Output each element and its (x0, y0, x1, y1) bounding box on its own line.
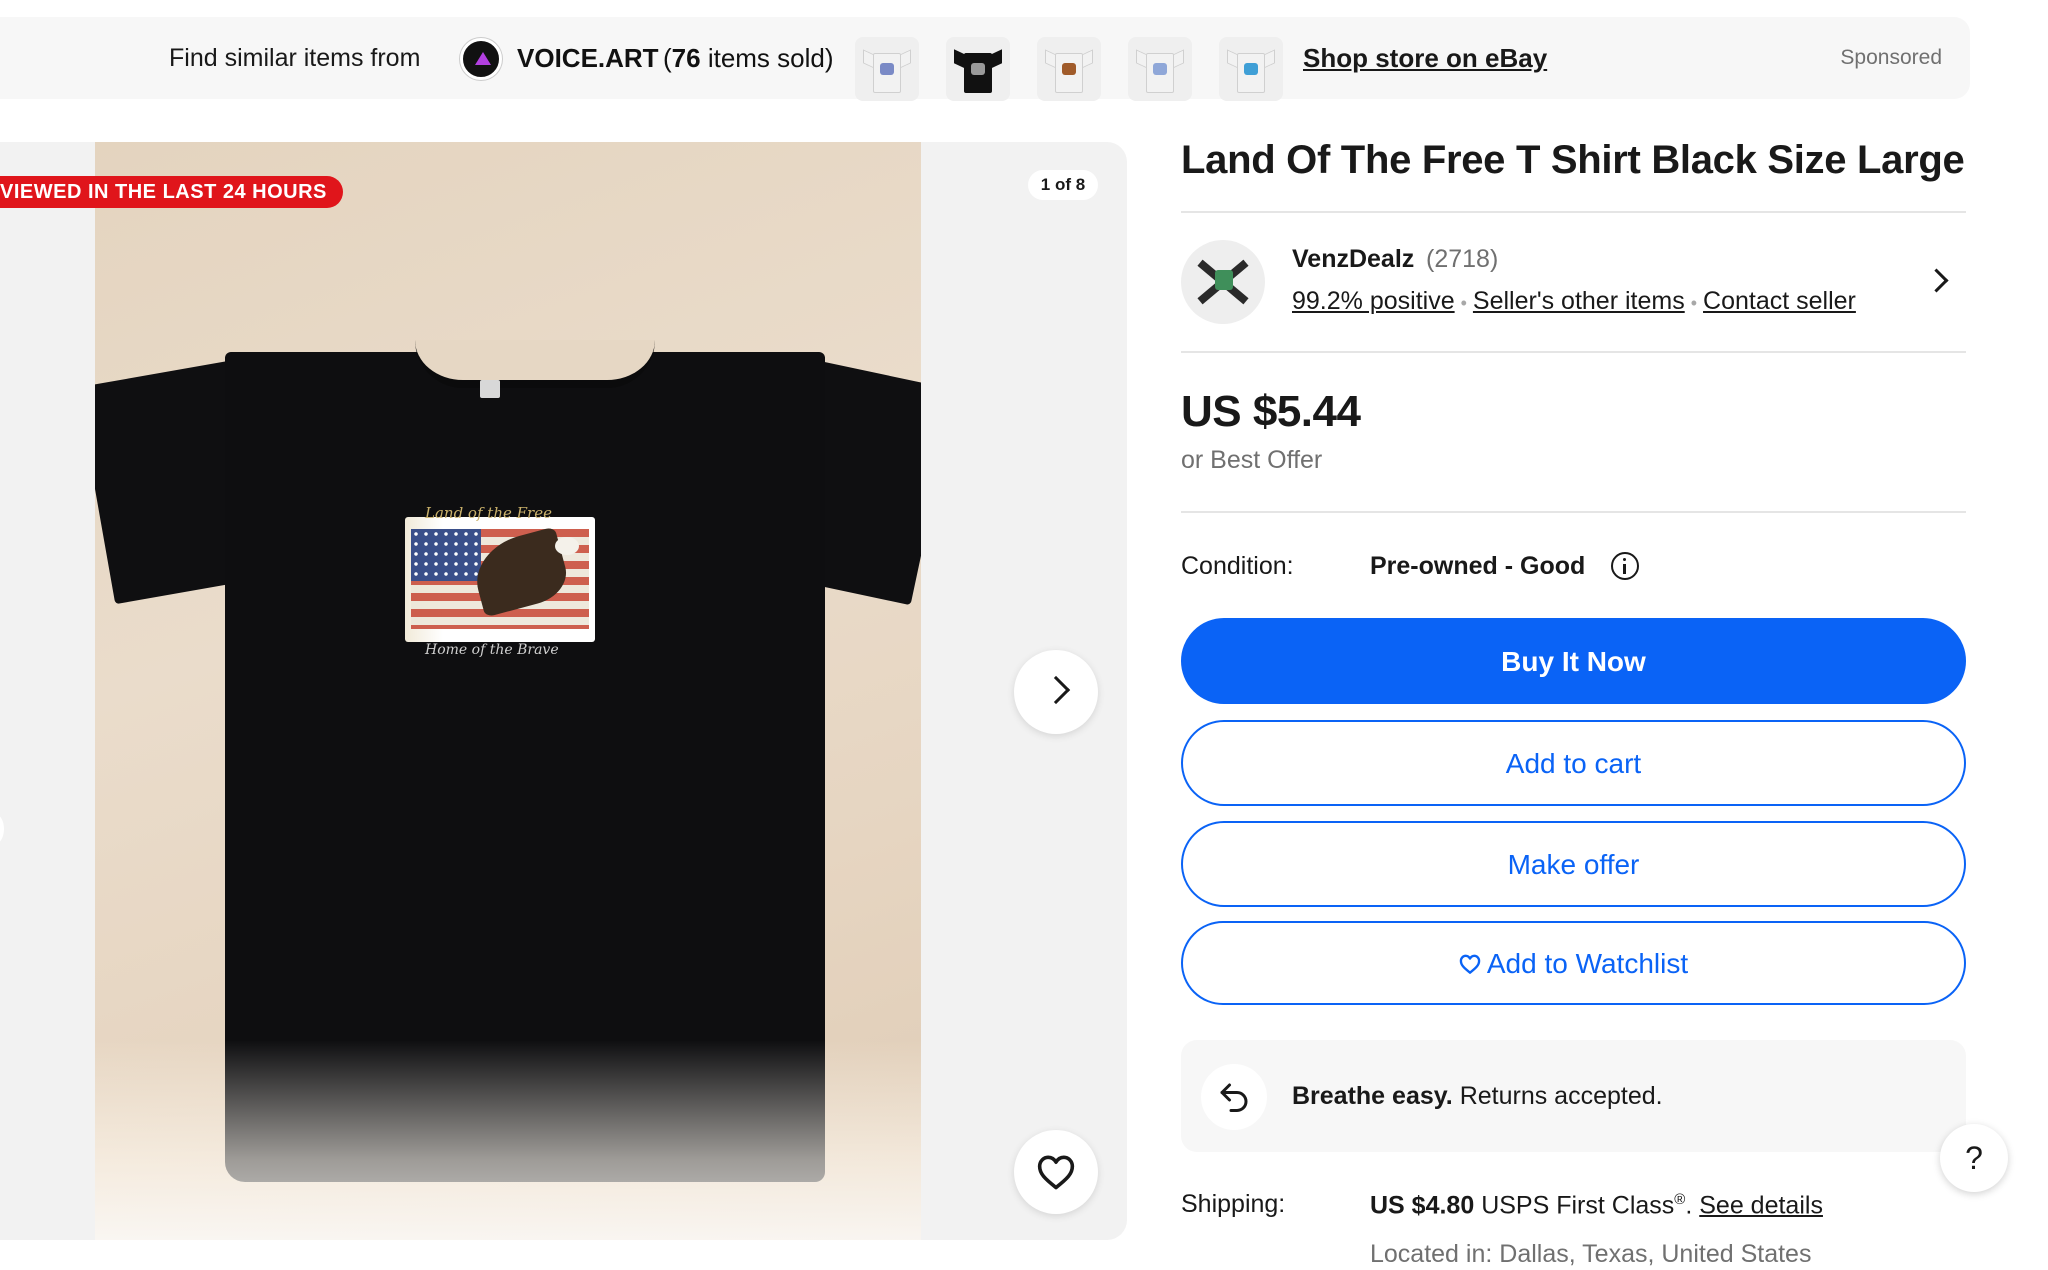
flag-union (411, 529, 481, 581)
image-gallery: Land of the Free Home of the Brave VIEWE… (0, 142, 1127, 1240)
viewed-badge: VIEWED IN THE LAST 24 HOURS (0, 176, 343, 208)
graphic-top-text: Land of the Free (425, 504, 552, 522)
graphic-bottom-text: Home of the Brave (425, 642, 559, 658)
see-details-link[interactable]: See details (1699, 1191, 1823, 1219)
separator-dot: • (1690, 293, 1698, 313)
condition-value: Pre-owned - Good (1370, 552, 1586, 580)
shirt-tag (480, 380, 500, 398)
store-items-sold: (76 items sold) (663, 43, 834, 73)
seller-other-items-link[interactable]: Seller's other items (1473, 287, 1685, 315)
seller-name[interactable]: VenzDealz (1292, 245, 1414, 274)
separator-dot: • (1460, 293, 1467, 313)
shipping-label: Shipping: (1181, 1190, 1286, 1218)
seller-avatar[interactable] (1181, 240, 1265, 324)
sponsored-store-banner: Find similar items from VOICE.ART (76 it… (0, 17, 1970, 101)
divider (1181, 511, 1966, 513)
returns-banner: Breathe easy. Returns accepted. (1181, 1040, 1966, 1152)
store-logo-icon[interactable] (460, 38, 502, 80)
item-location: Located in: Dallas, Texas, United States (1370, 1240, 1812, 1268)
seller-links: 99.2% positive • Seller's other items • Cont… (1292, 287, 1856, 316)
chevron-right-icon[interactable] (1924, 268, 1949, 293)
item-title: Land Of The Free T Shirt Black Size Larg… (1181, 138, 1965, 182)
shirt-graphic (405, 517, 595, 642)
similar-item-thumbnail[interactable] (855, 37, 919, 101)
next-image-button[interactable] (1014, 650, 1098, 734)
eagle-head (555, 537, 579, 555)
gallery-watch-button[interactable] (1014, 1130, 1098, 1214)
tshirt-icon (863, 47, 911, 93)
tshirt-icon (1045, 47, 1093, 93)
heart-icon (1459, 954, 1481, 974)
similar-item-thumbnail[interactable] (1128, 37, 1192, 101)
add-to-watchlist-button[interactable]: Add to Watchlist (1181, 921, 1966, 1005)
contact-seller-link[interactable]: Contact seller (1703, 287, 1856, 315)
similar-item-thumbnail[interactable] (946, 37, 1010, 101)
similar-item-thumbnail[interactable] (1037, 37, 1101, 101)
buy-it-now-button[interactable]: Buy It Now (1181, 618, 1966, 704)
sponsored-label: Sponsored (1840, 46, 1942, 69)
heart-icon (1037, 1155, 1075, 1190)
store-name[interactable]: VOICE.ART (517, 17, 659, 99)
returns-text: Breathe easy. Returns accepted. (1292, 1082, 1663, 1110)
seller-feedback-count: (2718) (1426, 245, 1499, 273)
shipping-value: US $4.80 USPS First Class®. See details (1370, 1191, 1823, 1220)
return-arrow-icon (1201, 1064, 1267, 1130)
chevron-right-icon (1041, 675, 1071, 705)
photo-fold (95, 1040, 921, 1240)
condition-label: Condition: (1181, 552, 1294, 580)
item-price: US $5.44 (1181, 387, 1361, 436)
prev-image-button[interactable] (0, 814, 4, 844)
watchlist-label: Add to Watchlist (1486, 948, 1689, 979)
image-counter: 1 of 8 (1028, 170, 1098, 200)
tshirt-icon (954, 47, 1002, 93)
divider (1181, 351, 1966, 353)
banner-prefix: Find similar items from (169, 44, 421, 72)
tshirt-icon (1227, 47, 1275, 93)
info-icon[interactable] (1611, 552, 1639, 580)
similar-item-thumbnail[interactable] (1219, 37, 1283, 101)
shop-store-link[interactable]: Shop store on eBay (1303, 17, 1547, 99)
product-photo[interactable]: Land of the Free Home of the Brave (95, 142, 921, 1240)
best-offer-text: or Best Offer (1181, 446, 1323, 474)
divider (1181, 211, 1966, 213)
help-button[interactable]: ? (1940, 1124, 2008, 1192)
make-offer-button[interactable]: Make offer (1181, 821, 1966, 907)
seller-positive-link[interactable]: 99.2% positive (1292, 287, 1455, 315)
tshirt-icon (1136, 47, 1184, 93)
shirt-collar (415, 340, 655, 388)
add-to-cart-button[interactable]: Add to cart (1181, 720, 1966, 806)
